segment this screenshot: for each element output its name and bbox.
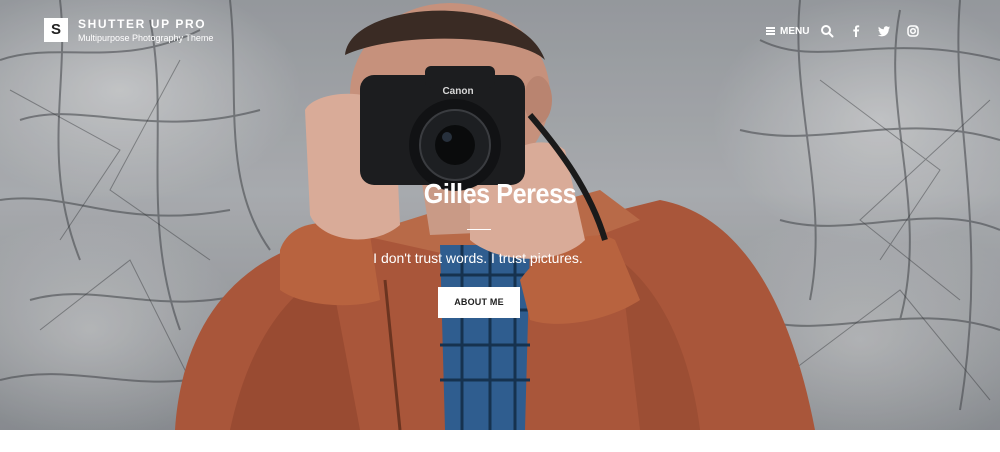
about-me-button[interactable]: ABOUT ME	[438, 287, 520, 318]
twitter-icon[interactable]	[877, 24, 891, 38]
hero-divider	[467, 229, 491, 230]
search-icon[interactable]	[820, 24, 834, 38]
menu-label: MENU	[780, 25, 810, 37]
photographer-with-camera-image: Canon	[175, 3, 815, 430]
hero-title: Gilles Peress	[423, 178, 577, 209]
hero-section: Canon S SHUTTER UP PRO Multipurpose Phot…	[0, 0, 1000, 430]
hamburger-icon	[766, 27, 775, 35]
svg-text:Canon: Canon	[442, 86, 473, 97]
site-title[interactable]: SHUTTER UP PRO	[78, 17, 206, 31]
instagram-icon[interactable]	[906, 24, 920, 38]
hero-quote: I don't trust words. I trust pictures.	[373, 250, 583, 266]
page-content-area	[0, 430, 1000, 452]
site-tagline: Multipurpose Photography Theme	[78, 33, 214, 43]
menu-button[interactable]: MENU	[766, 24, 809, 38]
facebook-icon[interactable]	[849, 24, 863, 38]
site-logo[interactable]: S	[44, 18, 68, 42]
